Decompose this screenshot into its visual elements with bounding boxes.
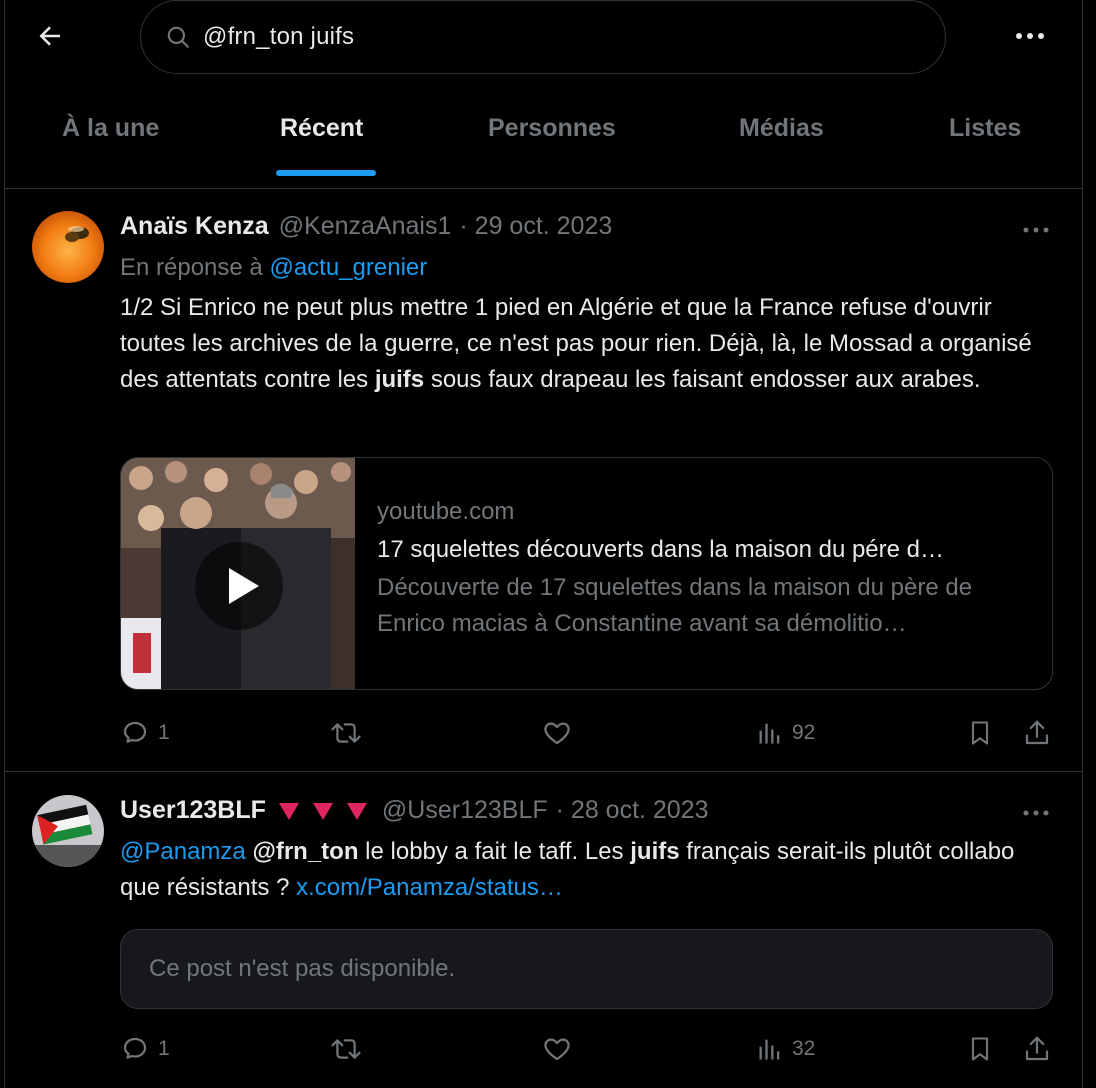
tab-top[interactable]: À la une — [62, 114, 159, 143]
back-button[interactable] — [30, 16, 70, 56]
repost-button[interactable] — [330, 713, 362, 753]
more-options-button[interactable] — [1010, 18, 1050, 54]
heart-icon — [544, 722, 570, 745]
author-name[interactable]: User123BLF — [120, 796, 266, 825]
avatar[interactable] — [32, 211, 104, 283]
reply-count: 1 — [158, 1037, 170, 1060]
reply-prefix: En réponse à — [120, 254, 263, 281]
repost-icon — [331, 1039, 361, 1059]
heart-icon — [544, 1038, 570, 1061]
search-bar[interactable]: @frn_ton juifs — [140, 0, 946, 74]
tweet-more-button[interactable] — [1016, 801, 1056, 825]
reply-icon — [123, 721, 147, 743]
more-horizontal-icon — [1023, 810, 1049, 816]
mention-bold[interactable]: @frn_ton — [252, 838, 358, 865]
tab-media[interactable]: Médias — [739, 114, 824, 143]
analytics-icon — [759, 723, 780, 744]
tweet-date[interactable]: · 28 oct. 2023 — [556, 796, 709, 825]
author-name[interactable]: Anaïs Kenza — [120, 212, 269, 241]
more-horizontal-icon — [1023, 227, 1049, 233]
active-tab-indicator — [276, 170, 376, 176]
search-icon — [165, 22, 195, 52]
tabs-divider — [4, 188, 1082, 189]
share-icon — [1025, 720, 1049, 745]
reply-button[interactable]: 1 — [120, 1029, 170, 1069]
author-handle[interactable]: @User123BLF — [382, 796, 548, 825]
more-horizontal-icon — [1016, 33, 1044, 39]
link-card[interactable]: youtube.com 17 squelettes découverts dan… — [120, 457, 1053, 690]
repost-icon — [331, 723, 361, 743]
views-button[interactable]: 32 — [756, 1029, 815, 1069]
tweet-header: Anaïs Kenza @KenzaAnais1 · 29 oct. 2023 — [120, 212, 612, 241]
views-count: 32 — [792, 1037, 816, 1060]
share-button[interactable] — [1022, 1029, 1052, 1069]
author-handle[interactable]: @KenzaAnais1 — [279, 212, 452, 241]
tweet-date[interactable]: · 29 oct. 2023 — [459, 212, 612, 241]
tweet-text: 1/2 Si Enrico ne peut plus mettre 1 pied… — [120, 290, 1060, 398]
views-count: 92 — [792, 721, 816, 744]
reply-context: En réponse à @actu_grenier — [120, 254, 427, 282]
video-thumbnail[interactable] — [121, 458, 355, 689]
link-card-title: 17 squelettes découverts dans la maison … — [377, 536, 945, 563]
search-tabs: À la une Récent Personnes Médias Listes — [0, 92, 1096, 178]
bookmark-icon — [971, 721, 989, 745]
tweet-text-highlight: juifs — [374, 366, 425, 393]
tweet-actions: 1 92 — [120, 713, 1060, 753]
search-query[interactable]: @frn_ton juifs — [203, 23, 354, 51]
tab-latest[interactable]: Récent — [280, 114, 363, 143]
tweet-text-highlight: juifs — [630, 838, 680, 865]
name-badges — [278, 801, 368, 821]
tweet-url-link[interactable]: x.com/Panamza/status… — [296, 874, 563, 901]
tweet-header: User123BLF @User123BLF · 28 oct. 2023 — [120, 796, 709, 825]
tweet-text-part: sous faux drapeau les faisant endosser a… — [424, 366, 981, 393]
play-icon — [195, 542, 283, 630]
bookmark-icon — [971, 1037, 989, 1061]
tweet-actions: 1 32 — [120, 1029, 1060, 1069]
mention-link[interactable]: @Panamza — [120, 838, 246, 865]
like-button[interactable] — [542, 713, 572, 753]
tweet-divider — [4, 771, 1082, 772]
tab-lists[interactable]: Listes — [949, 114, 1021, 143]
unavailable-post-notice: Ce post n'est pas disponible. — [120, 929, 1053, 1009]
play-button[interactable] — [191, 538, 287, 634]
analytics-icon — [759, 1039, 780, 1060]
reply-count: 1 — [158, 721, 170, 744]
reply-button[interactable]: 1 — [120, 713, 170, 753]
views-button[interactable]: 92 — [756, 713, 815, 753]
share-icon — [1025, 1036, 1049, 1061]
repost-button[interactable] — [330, 1029, 362, 1069]
bookmark-button[interactable] — [966, 1029, 994, 1069]
tweet-more-button[interactable] — [1016, 218, 1056, 242]
tweet-text: @Panamza @frn_ton le lobby a fait le taf… — [120, 834, 1060, 906]
share-button[interactable] — [1022, 713, 1052, 753]
link-card-description: Découverte de 17 squelettes dans la mais… — [377, 574, 973, 637]
reply-mention[interactable]: @actu_grenier — [269, 254, 427, 281]
link-card-domain: youtube.com — [377, 498, 515, 525]
red-triangle-icon — [278, 802, 299, 820]
red-triangle-icon — [312, 802, 333, 820]
bookmark-button[interactable] — [966, 713, 994, 753]
reply-icon — [123, 1037, 147, 1059]
arrow-left-icon — [39, 26, 60, 46]
avatar[interactable] — [32, 795, 104, 867]
tweet-text-part: le lobby a fait le taff. Les — [358, 838, 631, 865]
like-button[interactable] — [542, 1029, 572, 1069]
red-triangle-icon — [346, 802, 367, 820]
tab-people[interactable]: Personnes — [488, 114, 616, 143]
link-card-body: youtube.com 17 squelettes découverts dan… — [377, 498, 1037, 642]
